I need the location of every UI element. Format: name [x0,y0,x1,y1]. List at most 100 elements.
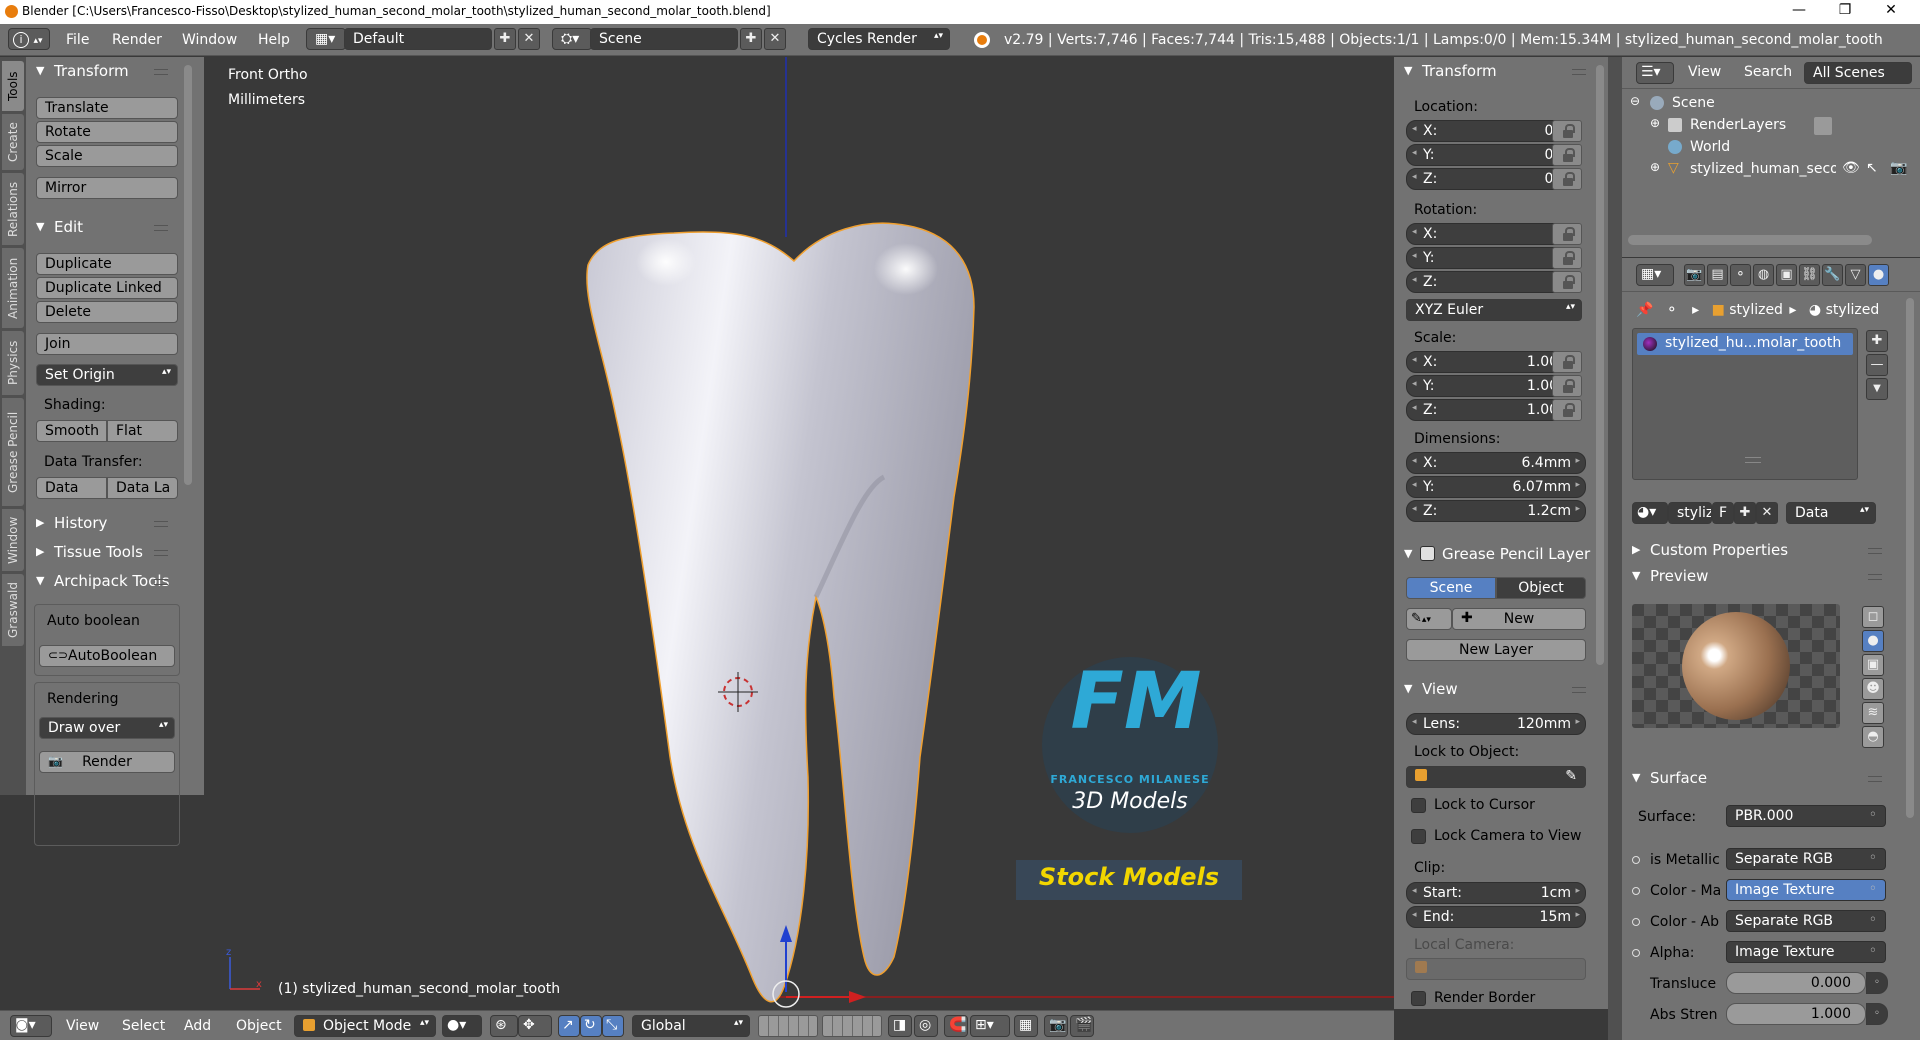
duplicate-button[interactable]: Duplicate [36,253,178,275]
display-mode-dropdown[interactable]: All Scenes [1804,62,1912,84]
properties-editor-type[interactable]: ▦▾ [1636,264,1674,286]
viewport-shading-dropdown[interactable]: ●▾ [442,1015,482,1037]
data-tab-icon[interactable]: ▽ [1845,264,1866,286]
translate-manipulator-icon[interactable]: ↗ [558,1015,580,1037]
render-tab-icon[interactable]: 📷 [1684,264,1705,286]
render-preview-icon[interactable]: 📷 [1044,1015,1068,1037]
snap-element-dropdown[interactable]: ⊞▾ [970,1015,1010,1037]
lock-to-cursor-checkbox[interactable] [1411,798,1426,813]
grease-pencil-scene-button[interactable]: Scene [1406,577,1496,599]
render-border-checkbox[interactable] [1411,991,1426,1006]
drag-grip-icon[interactable] [154,521,168,527]
outliner-horizontal-scrollbar[interactable] [1628,235,1872,245]
lock-icon[interactable] [1552,223,1582,245]
socket-link-icon[interactable]: ◦ [1866,1003,1888,1025]
interaction-mode-dropdown[interactable]: Object Mode ▴▾ [294,1015,436,1037]
lock-icon[interactable] [1552,247,1582,269]
add-scene-icon[interactable]: ✚ [740,28,762,50]
pin-icon[interactable]: 📌 [1636,302,1653,318]
menu-file[interactable]: File [66,32,89,48]
scene-selector-icon[interactable]: ⛭▾ [552,28,592,50]
tab-relations[interactable]: Relations [2,173,24,245]
archipack-panel-header[interactable]: ▼ Archipack Tools [26,569,204,593]
3d-viewport[interactable]: Front Ortho Millimeters z x FM FRANCESCO… [204,57,1394,1009]
translate-button[interactable]: Translate [36,97,178,119]
smooth-shading-button[interactable]: Smooth [36,420,107,442]
lock-icon[interactable] [1552,375,1582,397]
remove-material-slot-icon[interactable]: — [1866,354,1888,376]
clip-end-field[interactable]: ◂ End: 15m ▸ [1406,906,1586,928]
auto-boolean-button[interactable]: ⊂⊃ AutoBoolean [39,645,175,667]
menu-select[interactable]: Select [122,1018,165,1034]
viewport-editor-type[interactable]: ◙▾ [10,1015,52,1037]
view-panel-header[interactable]: ▼ View [1394,677,1608,701]
rotation-mode-dropdown[interactable]: XYZ Euler ▴▾ [1406,299,1582,321]
pencil-dropdown[interactable]: ✎▴▾ [1406,608,1452,630]
constraints-tab-icon[interactable]: ⛓ [1799,264,1820,286]
menu-object[interactable]: Object [236,1018,282,1034]
input-alpha-field[interactable]: Image Texture [1726,941,1886,963]
maximize-button[interactable]: ❐ [1822,2,1868,22]
world-tab-icon[interactable]: ◍ [1753,264,1774,286]
render-engine-dropdown[interactable]: Cycles Render ▴▾ [808,28,950,50]
tissue-tools-panel-header[interactable]: ▶ Tissue Tools [26,540,204,564]
lock-icon[interactable] [1552,144,1582,166]
snap-target-icon[interactable]: ▦ [1014,1015,1038,1037]
object-tab-icon[interactable]: ▣ [1776,264,1797,286]
render-button[interactable]: 📷 Render [39,751,175,773]
material-browse-icon[interactable]: ◕▾ [1632,502,1668,524]
lock-icon[interactable] [1552,271,1582,293]
close-button[interactable]: ✕ [1868,2,1914,22]
lens-field[interactable]: ◂ Lens: 120mm ▸ [1406,713,1586,735]
screen-layout-field[interactable]: Default [344,28,492,50]
grease-pencil-object-button[interactable]: Object [1496,577,1586,599]
delete-button[interactable]: Delete [36,301,178,323]
outliner-row-renderlayers[interactable]: ⊕ RenderLayers [1622,115,1920,137]
dimension-x-field[interactable]: ◂ X: 6.4mm ▸ [1406,452,1586,474]
preview-sky-icon[interactable]: ◓ [1862,726,1884,748]
drag-grip-icon[interactable] [154,579,168,585]
modifiers-tab-icon[interactable]: 🔧 [1822,264,1843,286]
properties-editor-scrollbar[interactable] [1906,298,1914,818]
set-origin-dropdown[interactable]: Set Origin ▴▾ [36,364,178,386]
abs-strength-slider[interactable]: 1.000 [1726,1003,1866,1025]
outliner-row-world[interactable]: World [1622,137,1920,159]
material-slot-list[interactable]: stylized_hu...molar_tooth [1632,328,1858,480]
menu-help[interactable]: Help [258,32,290,48]
preview-header[interactable]: ▼ Preview [1622,564,1902,588]
drag-grip-icon[interactable] [1868,776,1882,782]
outliner-editor-type[interactable]: ☰▾ [1636,62,1674,84]
drag-grip-icon[interactable] [1868,548,1882,554]
drag-grip-icon[interactable] [1868,574,1882,580]
properties-scrollbar[interactable] [1596,65,1604,665]
clip-start-field[interactable]: ◂ Start: 1cm ▸ [1406,882,1586,904]
transform-header[interactable]: ▼ Transform [1394,59,1608,83]
rotate-button[interactable]: Rotate [36,121,178,143]
lock-object-field[interactable]: ✎ [1406,766,1586,788]
lock-layers-icon[interactable]: ◨ [888,1015,912,1037]
edit-panel-header[interactable]: ▼ Edit [26,215,204,239]
join-button[interactable]: Join [36,333,178,355]
render-camera-icon[interactable]: 📷 [1890,160,1907,176]
manipulator-toggle-icon[interactable]: ✥ [518,1015,552,1037]
tab-physics[interactable]: Physics [2,331,24,395]
lock-icon[interactable] [1552,120,1582,142]
layer-buttons-2[interactable] [822,1015,882,1037]
render-layers-tab-icon[interactable]: ▤ [1707,264,1728,286]
scene-field[interactable]: Scene [590,28,738,50]
surface-header[interactable]: ▼ Surface [1622,766,1902,790]
material-slot-item[interactable]: stylized_hu...molar_tooth [1637,333,1853,355]
menu-view[interactable]: View [66,1018,99,1034]
grease-pencil-checkbox[interactable] [1420,546,1435,561]
lock-camera-checkbox[interactable] [1411,829,1426,844]
rotate-manipulator-icon[interactable]: ↻ [580,1015,602,1037]
add-layout-icon[interactable]: ✚ [494,28,516,50]
drag-grip-icon[interactable] [154,550,168,556]
tool-shelf-scrollbar[interactable] [184,65,192,485]
material-specials-icon[interactable]: ▼ [1866,378,1888,400]
menu-window[interactable]: Window [182,32,237,48]
preview-hair-icon[interactable]: ≋ [1862,702,1884,724]
preview-sphere-icon[interactable]: ● [1862,630,1884,652]
add-material-slot-icon[interactable]: ✚ [1866,330,1888,352]
remove-layout-icon[interactable]: ✕ [518,28,540,50]
